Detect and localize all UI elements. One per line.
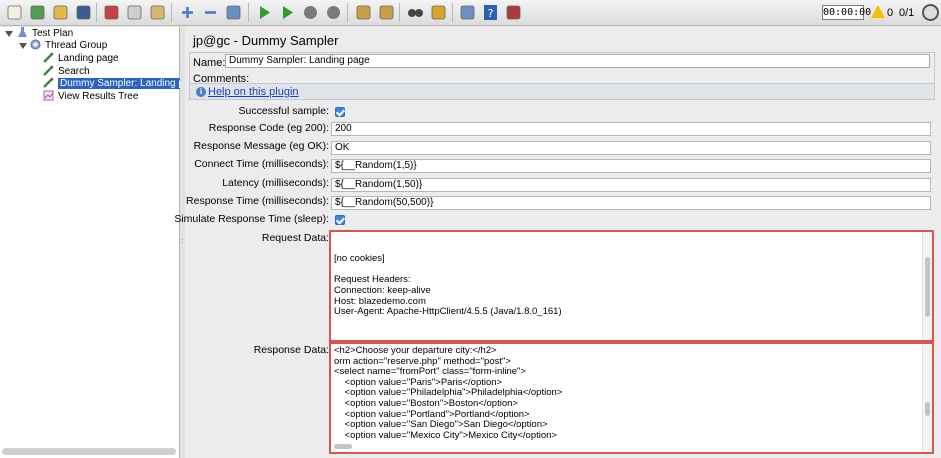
response-scroll-track bbox=[922, 344, 932, 452]
save-icon[interactable] bbox=[74, 3, 93, 22]
open-icon[interactable] bbox=[51, 3, 70, 22]
connect-time-input[interactable]: ${__Random(1,5)} bbox=[331, 159, 931, 173]
request-vertical-scrollbar[interactable] bbox=[925, 257, 930, 317]
tree-node-view-results-tree[interactable]: View Results Tree bbox=[43, 90, 138, 103]
request-line: [no cookies] bbox=[334, 253, 385, 265]
response-data-text: <h2>Choose your departure city:</h2> orm … bbox=[334, 345, 562, 441]
panel-title: jp@gc - Dummy Sampler bbox=[193, 33, 339, 48]
help-icon[interactable]: ? bbox=[481, 3, 500, 22]
response-message-label: Response Message (eg OK): bbox=[193, 140, 329, 152]
tree-node-landing-page[interactable]: Landing page bbox=[43, 52, 119, 65]
new-icon[interactable] bbox=[5, 3, 24, 22]
response-message-input[interactable]: OK bbox=[331, 141, 931, 155]
expand-icon[interactable] bbox=[178, 3, 197, 22]
toolbar-separator bbox=[399, 3, 400, 22]
name-input[interactable]: Dummy Sampler: Landing page bbox=[225, 54, 930, 68]
tree-node-label: Thread Group bbox=[45, 40, 108, 51]
toolbar-separator bbox=[171, 3, 172, 22]
response-line: <option value="Mexico City">Mexico City<… bbox=[334, 429, 557, 441]
sampler-icon bbox=[43, 52, 54, 63]
listener-icon bbox=[43, 90, 54, 101]
templates-icon[interactable] bbox=[28, 3, 47, 22]
response-line: <h2>Choose your departure city:</h2> bbox=[334, 345, 497, 356]
response-horizontal-scrollbar[interactable] bbox=[334, 444, 352, 449]
successful-sample-label: Successful sample: bbox=[238, 105, 329, 117]
active-threads: 0/1 bbox=[899, 7, 915, 19]
toggle-icon[interactable] bbox=[224, 3, 243, 22]
search-icon[interactable] bbox=[406, 3, 425, 22]
response-line: <option value="Boston">Boston</option> bbox=[334, 397, 518, 409]
tree-horizontal-scrollbar[interactable] bbox=[2, 448, 176, 455]
response-vertical-scrollbar[interactable] bbox=[925, 402, 930, 416]
function-helper-icon[interactable] bbox=[458, 3, 477, 22]
request-data-label: Request Data: bbox=[261, 232, 329, 244]
request-data-textarea[interactable]: [no cookies] Request Headers: Connection:… bbox=[329, 230, 934, 342]
start-icon[interactable] bbox=[255, 3, 274, 22]
simulate-sleep-checkbox[interactable] bbox=[335, 215, 345, 225]
sampler-icon bbox=[43, 65, 54, 76]
request-line: Connection: keep-alive bbox=[334, 284, 431, 296]
info-icon: i bbox=[196, 87, 206, 97]
tree-node-thread-group[interactable]: Thread Group bbox=[30, 39, 107, 52]
latency-label: Latency (milliseconds): bbox=[222, 177, 329, 189]
tree-node-label: Landing page bbox=[58, 53, 119, 64]
sampler-icon bbox=[43, 77, 54, 88]
clear-icon[interactable] bbox=[354, 3, 373, 22]
help-bar bbox=[189, 83, 935, 100]
toolbar-separator bbox=[347, 3, 348, 22]
toolbar: ? 00:00:00 0 0/1 bbox=[0, 0, 941, 26]
elapsed-timer: 00:00:00 bbox=[822, 5, 872, 20]
request-line bbox=[334, 233, 562, 244]
request-line: User-Agent: Apache-HttpClient/4.5.5 (Jav… bbox=[334, 306, 562, 318]
name-label: Name: bbox=[193, 57, 226, 69]
paste-icon[interactable] bbox=[148, 3, 167, 22]
thread-group-icon bbox=[30, 39, 41, 50]
toolbar-separator bbox=[248, 3, 249, 22]
remote-icon[interactable] bbox=[504, 3, 523, 22]
copy-icon[interactable] bbox=[125, 3, 144, 22]
request-data-text: [no cookies] Request Headers: Connection:… bbox=[334, 233, 562, 318]
tree-node-label: Test Plan bbox=[32, 28, 74, 39]
response-code-label: Response Code (eg 200): bbox=[208, 122, 329, 134]
response-data-label: Response Data: bbox=[253, 344, 329, 356]
svg-text:?: ? bbox=[488, 7, 494, 20]
response-time-label: Response Time (milliseconds): bbox=[186, 195, 329, 207]
warning-count: 0 bbox=[887, 7, 894, 19]
stop-icon[interactable] bbox=[301, 3, 320, 22]
connect-time-label: Connect Time (milliseconds): bbox=[194, 158, 329, 170]
help-link[interactable]: Help on this plugin bbox=[208, 86, 299, 98]
warning-icon[interactable] bbox=[871, 5, 885, 18]
expand-arrow-icon[interactable] bbox=[5, 31, 13, 37]
response-code-input[interactable]: 200 bbox=[331, 122, 931, 136]
splitter-grip-icon bbox=[181, 238, 184, 244]
reset-search-icon[interactable] bbox=[429, 3, 448, 22]
simulate-sleep-label: Simulate Response Time (sleep): bbox=[174, 213, 329, 225]
expand-arrow-icon[interactable] bbox=[19, 43, 27, 49]
remote-status-icon[interactable] bbox=[922, 4, 939, 21]
response-time-input[interactable]: ${__Random(50,500)} bbox=[331, 196, 931, 210]
toolbar-separator bbox=[452, 3, 453, 22]
sampler-panel: jp@gc - Dummy Sampler Name: Dummy Sample… bbox=[174, 27, 941, 458]
toolbar-separator bbox=[96, 3, 97, 22]
tree-node-dummy-sampler[interactable]: Dummy Sampler: Landing page bbox=[43, 77, 203, 90]
tree-node-label: View Results Tree bbox=[58, 91, 139, 102]
collapse-icon[interactable] bbox=[201, 3, 220, 22]
start-no-pauses-icon[interactable] bbox=[278, 3, 297, 22]
successful-sample-checkbox[interactable] bbox=[335, 107, 345, 117]
tree-node-label: Search bbox=[58, 66, 90, 77]
shutdown-icon[interactable] bbox=[324, 3, 343, 22]
test-plan-tree: Test Plan Thread Group Landing page Sear… bbox=[0, 27, 203, 458]
response-data-textarea[interactable]: <h2>Choose your departure city:</h2> orm … bbox=[329, 342, 934, 454]
test-plan-icon bbox=[18, 27, 27, 37]
cut-icon[interactable] bbox=[102, 3, 121, 22]
clear-all-icon[interactable] bbox=[377, 3, 396, 22]
latency-input[interactable]: ${__Random(1,50)} bbox=[331, 178, 931, 192]
